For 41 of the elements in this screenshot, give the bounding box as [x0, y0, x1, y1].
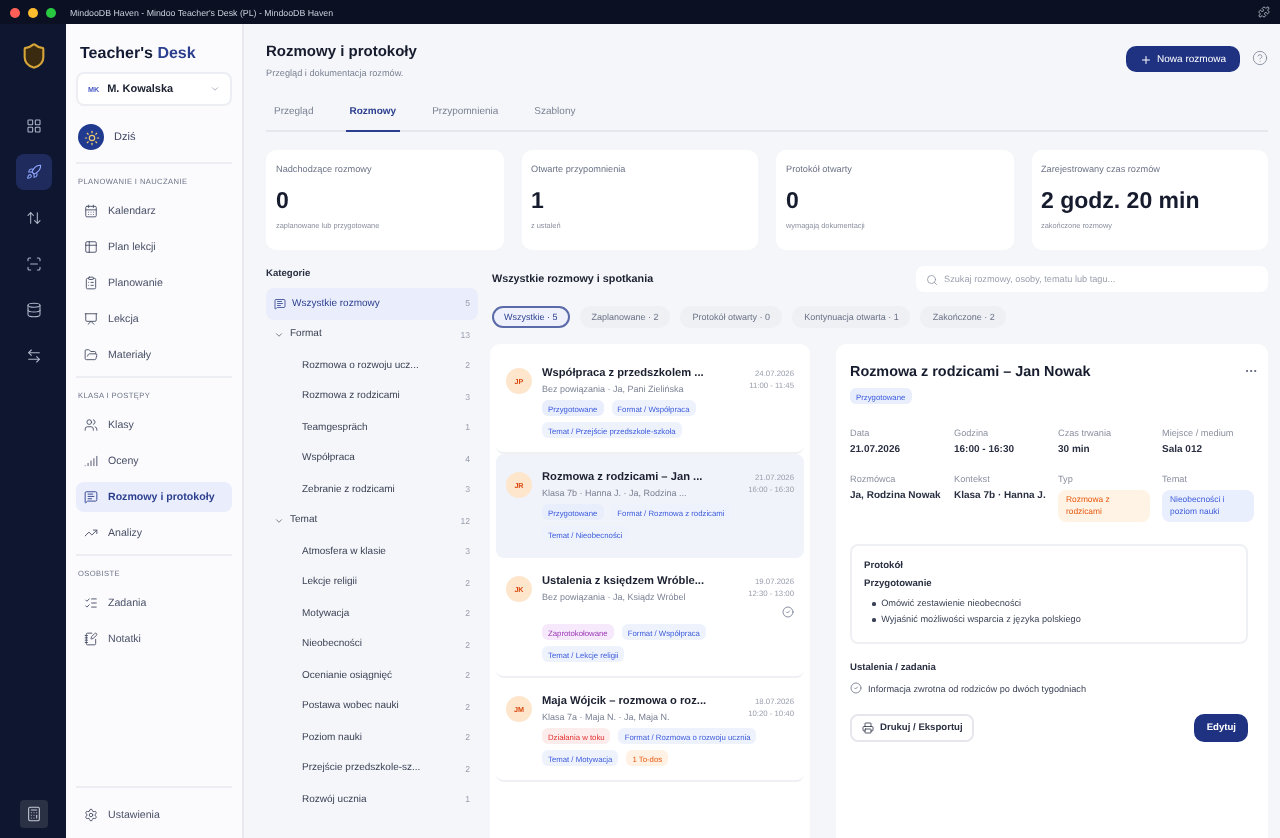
database-icon [25, 302, 41, 318]
sort-icon [25, 210, 41, 226]
chat-icon [274, 297, 286, 310]
gear-icon [84, 808, 98, 822]
notebook-icon [84, 632, 98, 646]
stat-value: 2 godz. 20 min [1041, 190, 1202, 214]
chevron-icon [210, 84, 220, 94]
trend-icon [84, 526, 98, 540]
plus-icon [1139, 53, 1152, 65]
chevron-icon [274, 329, 284, 340]
clipboard-icon [84, 276, 98, 290]
close-button[interactable] [10, 7, 20, 17]
search-icon [926, 273, 938, 285]
presentation-icon [84, 312, 98, 326]
chevron-icon [274, 515, 284, 526]
grid-icon [25, 118, 41, 134]
stat-value: 0 [786, 190, 801, 214]
swap-icon [25, 348, 41, 364]
shield-logo-icon [19, 42, 47, 70]
sun-icon [78, 124, 104, 150]
check-circle-icon[interactable] [850, 682, 862, 695]
people-icon [84, 418, 98, 432]
folder-icon [84, 348, 98, 362]
maximize-button[interactable] [46, 7, 56, 17]
checklist-icon [84, 596, 98, 610]
calculator-icon [25, 806, 41, 822]
calendar-icon [84, 204, 98, 218]
scan-icon [25, 256, 41, 272]
rail-button[interactable] [15, 154, 51, 190]
app-title: Teacher's Desk [78, 44, 198, 62]
minimize-button[interactable] [28, 7, 38, 17]
table-icon [84, 240, 98, 254]
printer-icon [862, 722, 874, 735]
calculator-button[interactable] [19, 800, 47, 828]
stat-value: 1 [531, 190, 546, 214]
puzzle-icon[interactable] [1258, 6, 1270, 18]
rocket-icon [25, 164, 41, 180]
bar-chart-icon [84, 454, 98, 468]
chat-icon [84, 490, 98, 504]
stat-value: 0 [276, 190, 291, 214]
help-icon[interactable] [1252, 50, 1268, 66]
